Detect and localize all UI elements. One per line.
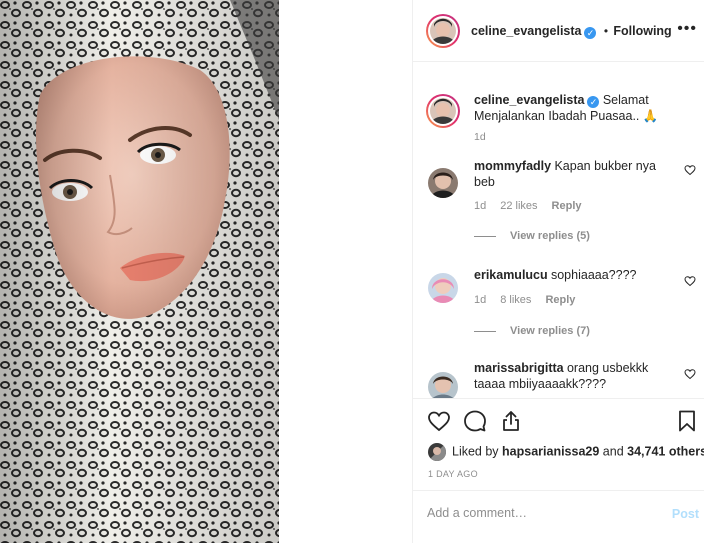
bookmark-icon[interactable] <box>675 409 699 433</box>
post-header: celine_evangelista ✓ • Following ••• <box>413 0 704 62</box>
header-text: celine_evangelista ✓ • Following <box>471 24 672 39</box>
likes-user[interactable]: hapsarianissa29 <box>502 444 599 458</box>
comment-input[interactable] <box>427 506 657 520</box>
comment-text: marissabrigitta orang usbekkk taaaa mbii… <box>474 360 664 392</box>
comment-username[interactable]: mommyfadly <box>474 159 551 173</box>
comment-text: mommyfadly Kapan bukber nya beb <box>474 158 664 190</box>
verified-icon: ✓ <box>584 27 597 39</box>
post-comment-button[interactable]: Post <box>672 507 699 521</box>
likes-middle: and <box>599 444 628 459</box>
view-replies-label: View replies (5) <box>510 230 590 242</box>
comment-username[interactable]: erikamulucu <box>474 268 548 282</box>
heart-icon[interactable] <box>427 409 451 433</box>
caption-avatar[interactable] <box>426 94 460 128</box>
comment-like-heart-icon[interactable] <box>684 368 696 380</box>
liker-avatar[interactable] <box>428 443 446 461</box>
comment-icon[interactable] <box>463 409 487 433</box>
comment-likes[interactable]: 22 likes <box>500 200 537 212</box>
following-button[interactable]: Following <box>613 24 671 38</box>
likes-count[interactable]: 34,741 others <box>627 444 704 458</box>
photo-image <box>0 0 279 543</box>
verified-icon: ✓ <box>587 96 600 108</box>
commenter-avatar[interactable] <box>428 372 458 398</box>
view-replies-button[interactable]: View replies (7) <box>474 325 590 337</box>
view-replies-line <box>474 330 496 332</box>
author-avatar[interactable] <box>426 14 460 48</box>
author-username[interactable]: celine_evangelista <box>471 24 581 38</box>
caption-avatar-image <box>430 98 456 124</box>
reply-button[interactable]: Reply <box>545 294 575 306</box>
reply-button[interactable]: Reply <box>552 200 582 212</box>
commenter-avatar[interactable] <box>428 273 458 303</box>
more-icon[interactable]: ••• <box>677 20 697 38</box>
comment-meta: 1d 8 likes Reply <box>474 294 589 306</box>
add-comment-bar: Post <box>413 490 704 543</box>
comment-meta: 1d 22 likes Reply <box>474 200 596 212</box>
post-side-panel: celine_evangelista ✓ • Following ••• celi… <box>412 0 704 543</box>
caption-time[interactable]: 1d <box>474 131 486 143</box>
liker-avatar-image <box>428 443 446 461</box>
likes-prefix: Liked by <box>452 444 503 459</box>
commenter-avatar-image <box>428 168 458 198</box>
commenter-avatar-image <box>428 372 458 398</box>
post-photo[interactable] <box>0 0 279 543</box>
photo-padding <box>279 0 412 543</box>
caption-username[interactable]: celine_evangelista <box>474 93 584 107</box>
view-replies-line <box>474 235 496 237</box>
comment-text: erikamulucu sophiaaaa???? <box>474 267 664 283</box>
view-replies-label: View replies (7) <box>510 325 590 337</box>
comment-like-heart-icon[interactable] <box>684 164 696 176</box>
comment-time[interactable]: 1d <box>474 200 486 212</box>
likes-summary[interactable]: Liked by hapsarianissa29 and 34,741 othe… <box>428 443 704 461</box>
post-timestamp[interactable]: 1 DAY AGO <box>428 469 478 479</box>
commenter-avatar-image <box>428 273 458 303</box>
comment-time[interactable]: 1d <box>474 294 486 306</box>
comment-body: sophiaaaa???? <box>550 268 637 282</box>
share-icon[interactable] <box>499 409 523 433</box>
caption-text: celine_evangelista ✓ Selamat Menjalankan … <box>474 92 679 124</box>
comment-likes[interactable]: 8 likes <box>500 294 531 306</box>
author-avatar-image <box>430 18 456 44</box>
comment-username[interactable]: marissabrigitta <box>474 361 564 375</box>
comments-list[interactable]: celine_evangelista ✓ Selamat Menjalankan … <box>413 62 704 398</box>
follow-separator: • <box>603 24 609 38</box>
view-replies-button[interactable]: View replies (5) <box>474 230 590 242</box>
post-actions: Liked by hapsarianissa29 and 34,741 othe… <box>413 398 704 490</box>
commenter-avatar[interactable] <box>428 168 458 198</box>
comment-like-heart-icon[interactable] <box>684 275 696 287</box>
